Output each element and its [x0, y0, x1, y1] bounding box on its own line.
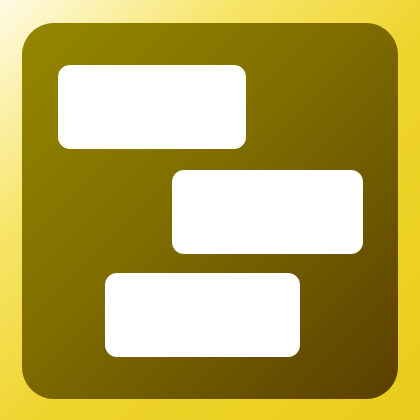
icon-canvas — [0, 0, 420, 420]
timeline-bar-2 — [172, 170, 363, 254]
timeline-bar-3 — [105, 273, 300, 357]
timeline-bar-1 — [58, 65, 246, 149]
